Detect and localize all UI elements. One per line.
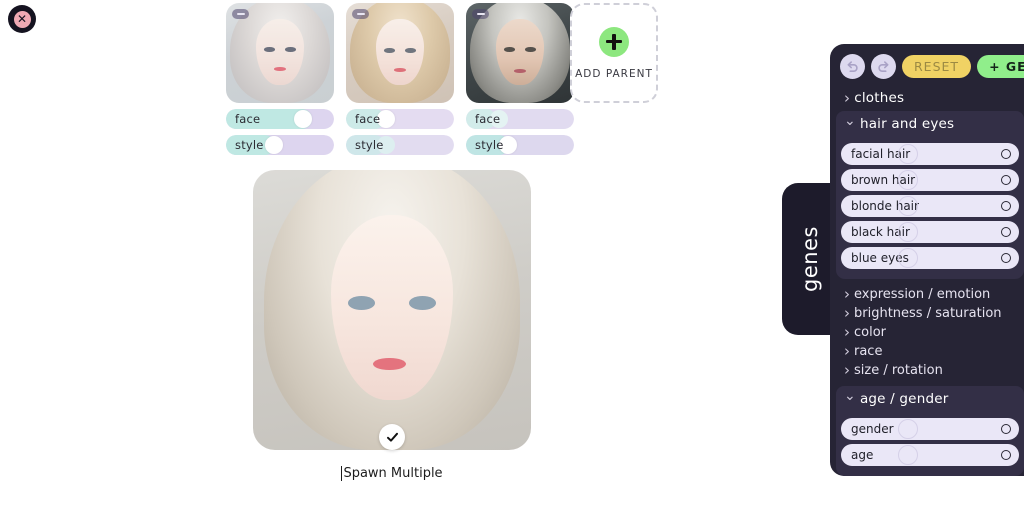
remove-parent-button-2[interactable] [352,9,369,19]
redo-icon [878,61,889,72]
add-genes-button[interactable]: + GENES [977,55,1024,78]
slider-label: style [475,138,504,152]
slider-label: face [355,112,381,126]
reset-label: RESET [914,59,960,74]
parent-card-1[interactable]: face style [226,3,334,155]
gene-row-brown-hair[interactable]: brown hair [841,169,1019,191]
section-title: race [854,344,883,359]
add-parent-button[interactable]: ADD PARENT [570,3,658,103]
parent-thumbnail-1[interactable] [226,3,334,103]
gene-toggle-icon[interactable] [1001,450,1011,460]
gene-toggle-icon[interactable] [1001,253,1011,263]
app-root: ✕ face style face style face style ADD P… [0,0,1024,514]
remove-parent-button-3[interactable] [472,9,489,19]
gene-knob[interactable] [897,144,918,164]
section-header-race[interactable]: race [836,342,1024,361]
parents-row: face style face style face style [226,3,574,155]
add-genes-label: + GENES [989,59,1024,74]
gene-knob[interactable] [897,445,918,465]
genes-toolbar: RESET + GENES [836,52,1024,85]
text-caret [341,466,343,481]
slider-label: style [235,138,264,152]
chevron-right-icon [844,287,850,302]
gene-label: age [851,448,874,462]
section-title: expression / emotion [854,287,991,302]
parent-thumbnail-2[interactable] [346,3,454,103]
gene-row-facial-hair[interactable]: facial hair [841,143,1019,165]
preview-portrait[interactable] [253,170,531,450]
parent-1-slider-face[interactable]: face [226,109,334,129]
gene-label: gender [851,422,894,436]
gene-toggle-icon[interactable] [1001,227,1011,237]
section-header-brightness-saturation[interactable]: brightness / saturation [836,304,1024,323]
slider-label: face [235,112,261,126]
gene-toggle-icon[interactable] [1001,175,1011,185]
spawn-multiple-row[interactable]: Spawn Multiple [253,466,531,481]
chevron-right-icon [844,306,850,321]
plus-icon [599,26,629,57]
gene-toggle-icon[interactable] [1001,424,1011,434]
gene-toggle-icon[interactable] [1001,201,1011,211]
parent-thumbnail-3[interactable] [466,3,574,103]
slider-label: style [355,138,384,152]
parent-3-slider-style[interactable]: style [466,135,574,155]
parent-2-slider-face[interactable]: face [346,109,454,129]
chevron-right-icon [844,344,850,359]
gene-row-age[interactable]: age [841,444,1019,466]
check-icon [386,432,398,442]
section-title: age / gender [859,391,949,407]
section-title: hair and eyes [859,116,955,132]
section-header-expression-emotion[interactable]: expression / emotion [836,285,1024,304]
remove-parent-button-1[interactable] [232,9,249,19]
chevron-down-icon [844,392,856,406]
parent-2-slider-style[interactable]: style [346,135,454,155]
section-header-age-gender[interactable]: age / gender [836,386,1024,412]
section-header-color[interactable]: color [836,323,1024,342]
add-parent-label: ADD PARENT [575,67,653,80]
gene-row-gender[interactable]: gender [841,418,1019,440]
gene-knob[interactable] [897,170,918,190]
preview-portrait-art [253,170,531,450]
chevron-right-icon [844,363,850,378]
section-title: clothes [854,90,905,106]
slider-knob[interactable] [264,136,283,154]
section-header-hair-and-eyes[interactable]: hair and eyes [836,111,1024,137]
close-icon: ✕ [13,10,31,28]
parent-1-slider-style[interactable]: style [226,135,334,155]
genes-panel: RESET + GENES clothes hair and eyes faci… [830,44,1024,476]
genes-tab-label: genes [798,226,823,292]
gene-knob[interactable] [897,248,918,268]
section-body-hair-and-eyes: facial hair brown hair blonde hair black… [836,137,1024,279]
section-title: brightness / saturation [854,306,1002,321]
gene-row-blue-eyes[interactable]: blue eyes [841,247,1019,269]
gene-knob[interactable] [897,222,918,242]
confirm-button[interactable] [379,424,405,450]
parent-card-3[interactable]: face style [466,3,574,155]
undo-icon [847,61,858,72]
gene-knob[interactable] [897,196,918,216]
redo-button[interactable] [871,54,896,79]
spawn-multiple-label: Spawn Multiple [343,466,443,481]
gene-row-blonde-hair[interactable]: blonde hair [841,195,1019,217]
section-title: size / rotation [854,363,943,378]
chevron-right-icon [844,325,850,340]
close-button[interactable]: ✕ [8,5,36,33]
gene-row-black-hair[interactable]: black hair [841,221,1019,243]
reset-button[interactable]: RESET [902,55,972,78]
chevron-right-icon [844,91,850,106]
parent-3-slider-face[interactable]: face [466,109,574,129]
section-title: color [854,325,887,340]
undo-button[interactable] [840,54,865,79]
section-header-size-rotation[interactable]: size / rotation [836,361,1024,380]
gene-toggle-icon[interactable] [1001,149,1011,159]
chevron-down-icon [844,117,856,131]
slider-label: face [475,112,501,126]
section-body-age-gender: gender age [836,412,1024,476]
section-header-clothes[interactable]: clothes [836,85,1024,111]
gene-knob[interactable] [897,419,918,439]
parent-card-2[interactable]: face style [346,3,454,155]
